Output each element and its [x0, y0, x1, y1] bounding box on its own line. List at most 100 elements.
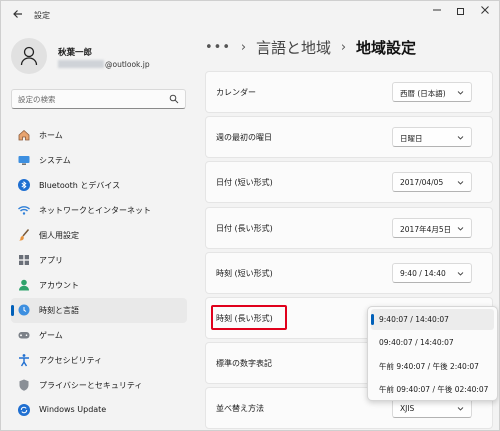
dropdown-option[interactable]: 午前 9:40:07 / 午後 2:40:07 — [371, 355, 494, 376]
calendar-dropdown[interactable]: 西暦 (日本語) — [392, 82, 472, 102]
sort-method-dropdown[interactable]: XJIS — [392, 398, 472, 419]
breadcrumb-more-button[interactable]: ••• — [205, 40, 231, 55]
clock-globe-icon — [18, 304, 30, 316]
email-redaction — [58, 60, 104, 68]
monitor-icon — [18, 156, 30, 165]
account-icon — [19, 279, 29, 291]
dropdown-option[interactable]: 09:40:07 / 14:40:07 — [371, 332, 494, 353]
back-arrow-icon — [13, 10, 22, 18]
title-bar: 設定 — [1, 1, 499, 29]
setting-label: 時刻 (短い形式) — [216, 268, 273, 278]
sidebar-item-label: アプリ — [39, 256, 63, 265]
first-day-dropdown[interactable]: 日曜日 — [392, 127, 472, 148]
dropdown-value: 日曜日 — [400, 134, 423, 144]
chevron-down-icon — [457, 136, 464, 140]
settings-window: 設定 秋葉一郎 @outlook.jp ホーム システム — [0, 0, 500, 431]
avatar — [11, 38, 47, 74]
breadcrumb: ••• › 言語と地域 › 地域設定 — [205, 37, 416, 59]
sidebar-item-system[interactable]: システム — [11, 148, 187, 173]
user-email: @outlook.jp — [58, 60, 150, 69]
chevron-down-icon — [457, 91, 464, 95]
sidebar-item-label: プライバシーとセキュリティ — [39, 381, 143, 390]
setting-label: 週の最初の曜日 — [216, 133, 272, 143]
dropdown-option[interactable]: 午前 09:40:07 / 午後 02:40:07 — [371, 378, 494, 399]
sidebar-item-label: システム — [39, 156, 71, 165]
sidebar-item-label: ゲーム — [39, 331, 63, 340]
sidebar-item-label: Windows Update — [39, 405, 107, 414]
sidebar-item-personalization[interactable]: 個人用設定 — [11, 223, 187, 248]
setting-short-time: 時刻 (短い形式) 9:40 / 14:40 — [205, 251, 493, 294]
app-title: 設定 — [34, 11, 50, 20]
sidebar-item-time-language[interactable]: 時刻と言語 — [11, 298, 187, 323]
short-date-dropdown[interactable]: 2017/04/05 — [392, 172, 472, 193]
long-time-dropdown-menu: 9:40:07 / 14:40:07 09:40:07 / 14:40:07 午… — [367, 306, 498, 401]
option-label: 9:40:07 / 14:40:07 — [379, 315, 449, 324]
brush-icon — [19, 229, 30, 241]
dropdown-value: XJIS — [400, 404, 415, 414]
setting-long-date: 日付 (長い形式) 2017年4月5日 — [205, 206, 493, 249]
chevron-down-icon — [457, 181, 464, 186]
wifi-icon — [18, 206, 30, 215]
setting-calendar: カレンダー 西暦 (日本語) — [205, 71, 493, 113]
shield-icon — [19, 379, 29, 391]
setting-label: 日付 (短い形式) — [216, 178, 273, 188]
user-name: 秋葉一郎 — [58, 48, 93, 58]
option-label: 午前 09:40:07 / 午後 02:40:07 — [379, 385, 489, 394]
dropdown-value: 2017/04/05 — [400, 178, 444, 188]
setting-label: 日付 (長い形式) — [216, 223, 273, 233]
close-icon — [481, 6, 489, 14]
home-icon — [18, 129, 30, 141]
close-button[interactable] — [475, 5, 495, 21]
short-time-dropdown[interactable]: 9:40 / 14:40 — [392, 262, 472, 283]
sidebar-item-gaming[interactable]: ゲーム — [11, 323, 187, 348]
sidebar-item-windows-update[interactable]: Windows Update — [11, 398, 187, 423]
sidebar-item-privacy[interactable]: プライバシーとセキュリティ — [11, 373, 187, 398]
update-icon — [18, 404, 30, 416]
user-icon — [20, 46, 38, 66]
settings-search[interactable] — [11, 89, 186, 109]
page-title: 地域設定 — [355, 39, 416, 57]
gamepad-icon — [18, 332, 30, 339]
accessibility-icon — [19, 354, 29, 367]
long-date-dropdown[interactable]: 2017年4月5日 — [392, 217, 472, 238]
option-label: 09:40:07 / 14:40:07 — [379, 338, 454, 347]
breadcrumb-parent-link[interactable]: 言語と地域 — [256, 39, 331, 57]
breadcrumb-separator: › — [240, 40, 247, 55]
dropdown-value: 西暦 (日本語) — [400, 89, 446, 98]
sidebar-item-apps[interactable]: アプリ — [11, 248, 187, 273]
minimize-icon — [433, 9, 441, 11]
maximize-button[interactable] — [450, 5, 470, 21]
sidebar-item-label: Bluetooth とデバイス — [39, 181, 121, 190]
dropdown-option[interactable]: 9:40:07 / 14:40:07 — [371, 309, 494, 330]
sidebar-item-label: 個人用設定 — [39, 231, 79, 240]
dropdown-value: 9:40 / 14:40 — [400, 268, 446, 278]
setting-label: 並べ替え方法 — [216, 404, 264, 414]
chevron-down-icon — [457, 226, 464, 231]
sidebar-item-home[interactable]: ホーム — [11, 123, 187, 148]
minimize-button[interactable] — [427, 5, 447, 21]
sidebar-item-bluetooth[interactable]: Bluetooth とデバイス — [11, 173, 187, 198]
sidebar-item-label: アクセシビリティ — [39, 356, 103, 365]
bluetooth-icon — [18, 179, 30, 191]
sidebar-item-label: ホーム — [39, 131, 63, 140]
setting-label: カレンダー — [216, 88, 256, 97]
setting-short-date: 日付 (短い形式) 2017/04/05 — [205, 161, 493, 204]
sidebar-item-label: 時刻と言語 — [39, 306, 79, 315]
search-input[interactable] — [18, 93, 168, 105]
chevron-down-icon — [457, 407, 464, 411]
email-domain: @outlook.jp — [105, 60, 150, 69]
search-icon[interactable] — [169, 94, 179, 104]
sidebar-item-network[interactable]: ネットワークとインターネット — [11, 198, 187, 223]
option-label: 午前 9:40:07 / 午後 2:40:07 — [379, 362, 479, 371]
chevron-down-icon — [457, 271, 464, 276]
dropdown-value: 2017年4月5日 — [400, 224, 452, 234]
highlight-box — [211, 304, 287, 330]
setting-first-day-of-week: 週の最初の曜日 日曜日 — [205, 116, 493, 159]
breadcrumb-separator: › — [340, 40, 347, 55]
sidebar-nav: ホーム システム Bluetooth とデバイス ネットワークとインターネット … — [11, 123, 187, 423]
sidebar-item-accounts[interactable]: アカウント — [11, 273, 187, 298]
maximize-icon — [456, 8, 464, 15]
setting-label: 標準の数字表記 — [216, 359, 272, 369]
sidebar-item-accessibility[interactable]: アクセシビリティ — [11, 348, 187, 373]
back-button[interactable] — [11, 8, 25, 22]
